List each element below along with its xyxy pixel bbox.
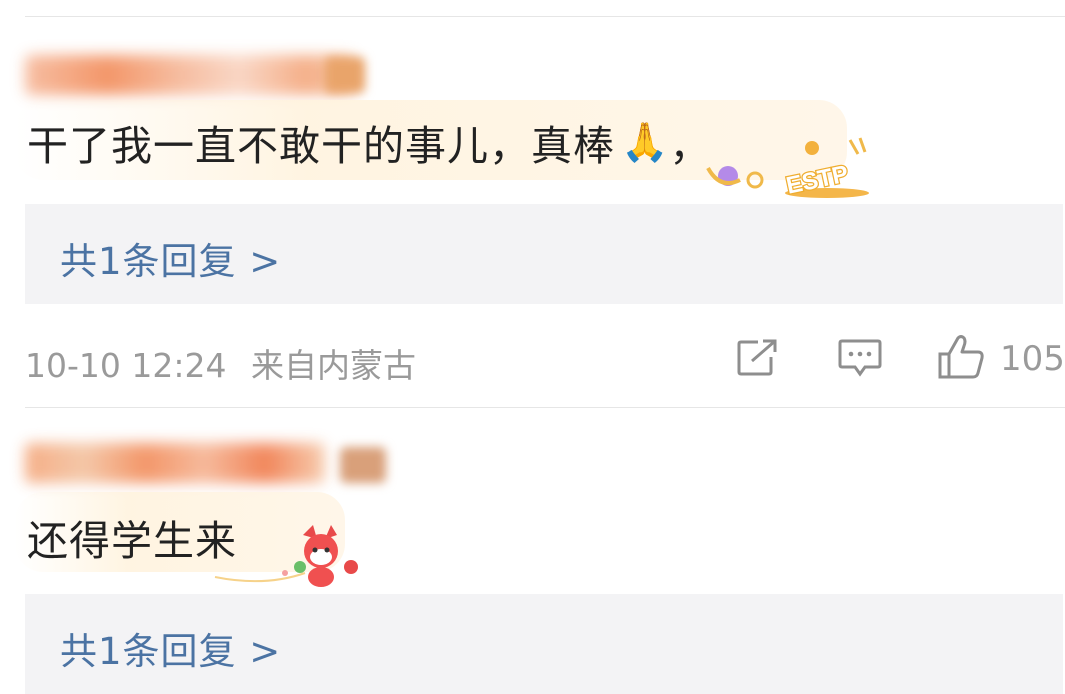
user-badge-blurred-2 — [340, 447, 386, 483]
like-icon[interactable] — [937, 334, 985, 380]
estp-badge-decoration: ESTP — [706, 137, 869, 201]
view-replies-link-1[interactable]: 共1条回复 > — [60, 231, 281, 285]
username-blurred-1[interactable] — [25, 55, 355, 95]
reply-box-1[interactable]: 共1条回复 > — [25, 204, 1063, 304]
view-replies-link-2[interactable]: 共1条回复 > — [60, 621, 281, 675]
fox-sticker-decoration — [214, 525, 358, 587]
user-badge-blurred-1 — [325, 57, 365, 93]
comment-meta-1: 10-10 12:24 来自内蒙古 — [25, 339, 416, 387]
location: 来自内蒙古 — [250, 346, 416, 385]
comment-body-1: 干了我一直不敢干的事儿，真棒 — [27, 122, 615, 170]
comment-text-1: 干了我一直不敢干的事儿，真棒 🙏 ， — [27, 112, 711, 172]
timestamp: 10-10 12:24 — [25, 346, 227, 385]
top-divider — [25, 16, 1065, 17]
praying-hands-emoji: 🙏 — [621, 119, 670, 164]
reply-box-2[interactable]: 共1条回复 > — [25, 594, 1063, 694]
like-count: 105 — [1000, 339, 1065, 379]
share-icon[interactable] — [736, 339, 778, 377]
comment-divider — [25, 407, 1065, 408]
username-blurred-2[interactable] — [25, 443, 325, 483]
comment-icon[interactable] — [838, 338, 882, 378]
